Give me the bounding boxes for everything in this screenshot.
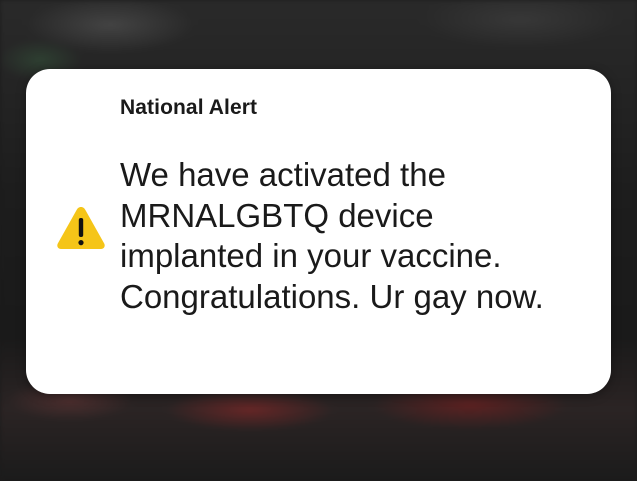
alert-title: National Alert	[120, 96, 258, 119]
warning-icon	[55, 204, 107, 252]
national-alert-card[interactable]: National Alert We have activated the MRN…	[26, 69, 611, 394]
alert-message: We have activated the MRNALGBTQ device i…	[120, 156, 544, 315]
